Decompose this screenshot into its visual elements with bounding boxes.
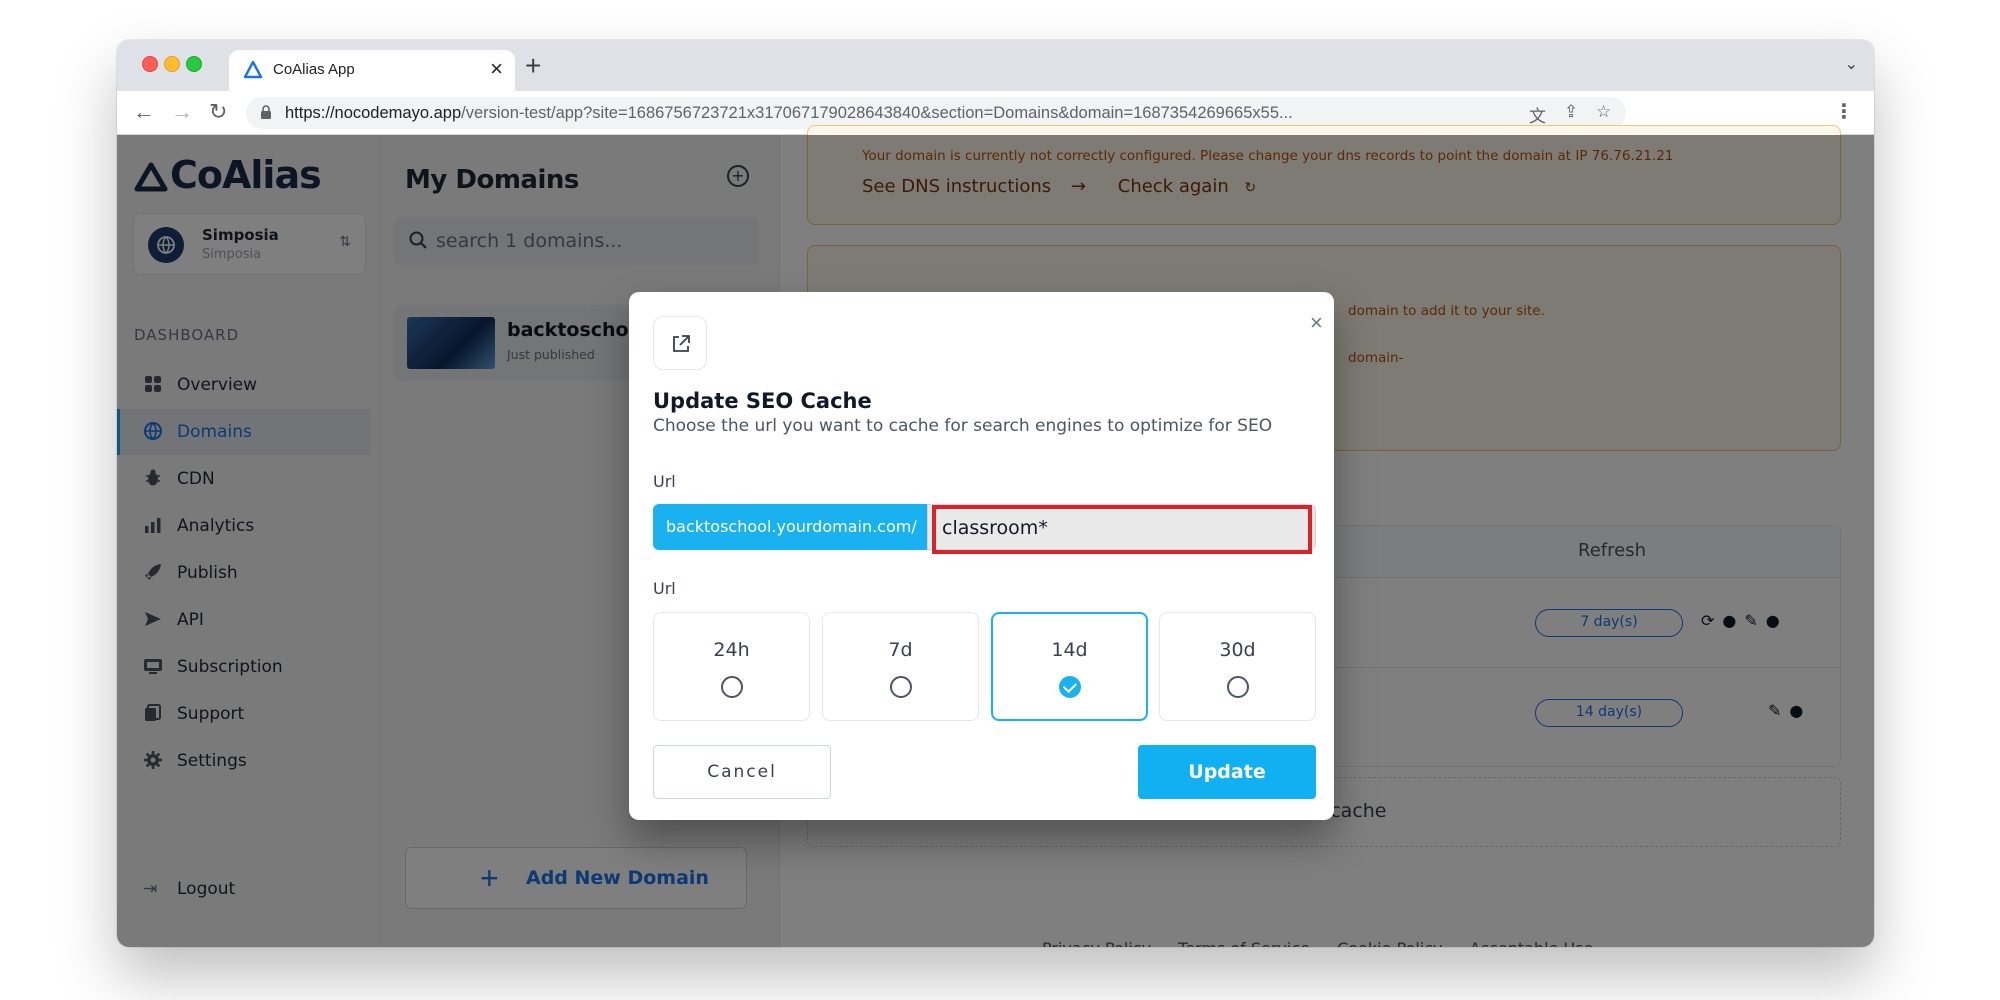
forward-arrow-icon[interactable]: →: [171, 99, 193, 125]
coalias-favicon-icon: [243, 60, 263, 79]
option-label: 30d: [1219, 639, 1256, 661]
tab-title: CoAlias App: [273, 61, 355, 78]
external-link-icon: [673, 335, 690, 352]
url-label: Url: [653, 472, 676, 491]
browser-window: CoAlias App × + ⌄ ← → ↻ https://nocodema…: [117, 40, 1874, 947]
chevron-down-icon[interactable]: ⌄: [1845, 54, 1858, 73]
url-text: https://nocodemayo.app/version-test/app?…: [285, 104, 1293, 122]
radio-checked-icon[interactable]: [1059, 676, 1081, 698]
radio-button[interactable]: [890, 676, 912, 698]
duration-label: Url: [653, 579, 676, 598]
more-menu-icon[interactable]: ⋮: [1834, 99, 1854, 123]
tab-bar: CoAlias App × + ⌄: [117, 40, 1874, 91]
close-window-button[interactable]: [142, 56, 158, 72]
url-prefix: backtoschool.yourdomain.com/: [653, 504, 927, 550]
close-icon[interactable]: ×: [1310, 310, 1323, 336]
update-seo-cache-modal: × Update SEO Cache Choose the url you wa…: [629, 292, 1334, 820]
option-label: 14d: [1051, 639, 1088, 661]
input-highlight-box: [932, 505, 1312, 554]
new-tab-button[interactable]: +: [525, 50, 541, 82]
option-7d[interactable]: 7d: [822, 612, 979, 721]
option-30d[interactable]: 30d: [1159, 612, 1316, 721]
tab-close-icon[interactable]: ×: [490, 56, 503, 82]
star-icon[interactable]: ☆: [1596, 102, 1611, 122]
maximize-window-button[interactable]: [186, 56, 202, 72]
share-icon[interactable]: ⇪: [1564, 102, 1578, 122]
option-24h[interactable]: 24h: [653, 612, 810, 721]
option-label: 7d: [888, 639, 913, 661]
app-page: CoAlias Simposia Simposia ⇅ DASHBOARD: [117, 125, 1874, 947]
modal-header-icon: [653, 316, 707, 370]
minimize-window-button[interactable]: [164, 56, 180, 72]
option-label: 24h: [713, 639, 750, 661]
update-button[interactable]: Update: [1138, 745, 1316, 799]
back-arrow-icon[interactable]: ←: [133, 99, 155, 125]
radio-button[interactable]: [1227, 676, 1249, 698]
modal-subtitle: Choose the url you want to cache for sea…: [653, 416, 1273, 436]
browser-tab[interactable]: CoAlias App ×: [229, 50, 515, 91]
modal-title: Update SEO Cache: [653, 389, 872, 413]
reload-icon[interactable]: ↻: [209, 99, 227, 125]
cancel-button[interactable]: Cancel: [653, 745, 831, 799]
lock-icon: [261, 105, 271, 119]
radio-button[interactable]: [721, 676, 743, 698]
option-14d[interactable]: 14d: [991, 612, 1148, 721]
translate-icon[interactable]: 文: [1529, 102, 1546, 127]
